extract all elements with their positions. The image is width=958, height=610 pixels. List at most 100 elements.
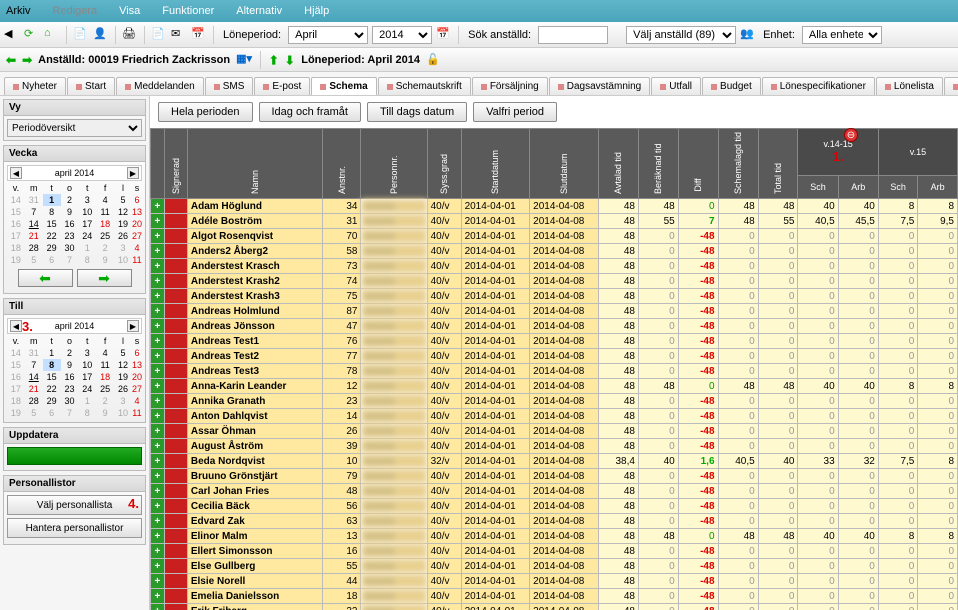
col-totaltid[interactable]: Total tid: [773, 176, 783, 194]
name-cell[interactable]: Andreas Holmlund: [187, 304, 323, 319]
signed-cell[interactable]: [164, 349, 187, 364]
name-cell[interactable]: August Åström: [187, 439, 323, 454]
expand-icon[interactable]: +: [151, 229, 165, 244]
btn-idag-framat[interactable]: Idag och framåt: [259, 102, 361, 122]
tab-lönelista[interactable]: Lönelista: [876, 77, 943, 95]
tab-start[interactable]: Start: [67, 77, 115, 95]
tab-lönespecifikationer[interactable]: Lönespecifikationer: [762, 77, 875, 95]
next-emp-icon[interactable]: ➡: [22, 53, 32, 67]
col-avtalad[interactable]: Avtalad tid: [613, 176, 623, 194]
col-startdatum[interactable]: Startdatum: [490, 176, 500, 194]
expand-icon[interactable]: +: [151, 244, 165, 259]
table-row[interactable]: +Cecilia Bäck56xxxxxx40/v2014-04-012014-…: [151, 499, 958, 514]
cal2-prev-icon[interactable]: ◀: [10, 320, 22, 332]
update-button[interactable]: [7, 447, 142, 465]
signed-cell[interactable]: [164, 454, 187, 469]
tab-schemautskrift[interactable]: Schemautskrift: [378, 77, 471, 95]
tab-dagsavstämning[interactable]: Dagsavstämning: [549, 77, 650, 95]
table-row[interactable]: +Else Gullberg55xxxxxx40/v2014-04-012014…: [151, 559, 958, 574]
name-cell[interactable]: Anderstest Krasch: [187, 259, 323, 274]
signed-cell[interactable]: [164, 334, 187, 349]
menu-visa[interactable]: Visa: [119, 5, 140, 17]
cal-next-icon[interactable]: ▶: [127, 167, 139, 179]
name-cell[interactable]: Bruuno Grönstjärt: [187, 469, 323, 484]
btn-till-dags-datum[interactable]: Till dags datum: [367, 102, 467, 122]
table-row[interactable]: +Anna-Karin Leander12xxxxxx40/v2014-04-0…: [151, 379, 958, 394]
employee-select[interactable]: Välj anställd (89): [626, 26, 736, 44]
doc2-icon[interactable]: 📄: [151, 27, 167, 43]
col-signerad[interactable]: Signerad: [171, 176, 181, 194]
col-v15[interactable]: v.15: [878, 129, 957, 176]
expand-icon[interactable]: +: [151, 214, 165, 229]
signed-cell[interactable]: [164, 484, 187, 499]
name-cell[interactable]: Carl Johan Fries: [187, 484, 323, 499]
tab-nyheter[interactable]: Nyheter: [4, 77, 66, 95]
user-icon[interactable]: 👤: [93, 27, 109, 43]
next-period-icon[interactable]: ➡: [283, 54, 297, 64]
month-select[interactable]: April: [288, 26, 368, 44]
name-cell[interactable]: Adam Höglund: [187, 199, 323, 214]
expand-icon[interactable]: +: [151, 379, 165, 394]
calendar-icon[interactable]: 📅: [191, 27, 207, 43]
table-row[interactable]: +Anderstest Krasch73xxxxxx40/v2014-04-01…: [151, 259, 958, 274]
signed-cell[interactable]: [164, 244, 187, 259]
table-row[interactable]: +Ellert Simonsson16xxxxxx40/v2014-04-012…: [151, 544, 958, 559]
signed-cell[interactable]: [164, 559, 187, 574]
expand-icon[interactable]: +: [151, 469, 165, 484]
expand-icon[interactable]: +: [151, 304, 165, 319]
table-row[interactable]: +Emelia Danielsson18xxxxxx40/v2014-04-01…: [151, 589, 958, 604]
signed-cell[interactable]: [164, 394, 187, 409]
table-row[interactable]: +Edvard Zak63xxxxxx40/v2014-04-012014-04…: [151, 514, 958, 529]
name-cell[interactable]: Edvard Zak: [187, 514, 323, 529]
expand-icon[interactable]: +: [151, 544, 165, 559]
menu-funktioner[interactable]: Funktioner: [162, 5, 214, 17]
name-cell[interactable]: Cecilia Bäck: [187, 499, 323, 514]
back-icon[interactable]: ◀: [4, 27, 20, 43]
table-row[interactable]: +Erik Friberg32xxxxxx40/v2014-04-012014-…: [151, 604, 958, 610]
select-personlist-button[interactable]: Välj personallista: [7, 495, 142, 515]
document-icon[interactable]: 📄: [73, 27, 89, 43]
expand-icon[interactable]: +: [151, 424, 165, 439]
name-cell[interactable]: Algot Rosenqvist: [187, 229, 323, 244]
expand-icon[interactable]: +: [151, 259, 165, 274]
tab-försäljning[interactable]: Försäljning: [472, 77, 548, 95]
btn-hela-perioden[interactable]: Hela perioden: [158, 102, 253, 122]
print-icon[interactable]: 🖨: [122, 27, 138, 43]
table-row[interactable]: +August Åström39xxxxxx40/v2014-04-012014…: [151, 439, 958, 454]
expand-icon[interactable]: +: [151, 454, 165, 469]
manage-personlist-button[interactable]: Hantera personallistor: [7, 518, 142, 538]
table-row[interactable]: +Andreas Test277xxxxxx40/v2014-04-012014…: [151, 349, 958, 364]
prev-period-icon[interactable]: ⬅: [267, 54, 281, 64]
close-icon[interactable]: ⊖: [844, 128, 858, 142]
users-icon[interactable]: 👥: [740, 27, 756, 43]
expand-icon[interactable]: +: [151, 499, 165, 514]
name-cell[interactable]: Anders2 Åberg2: [187, 244, 323, 259]
expand-icon[interactable]: +: [151, 349, 165, 364]
col-sch2[interactable]: Sch: [878, 175, 918, 198]
name-cell[interactable]: Ellert Simonsson: [187, 544, 323, 559]
table-row[interactable]: +Andreas Test176xxxxxx40/v2014-04-012014…: [151, 334, 958, 349]
expand-icon[interactable]: +: [151, 529, 165, 544]
table-row[interactable]: +Adéle Boström31xxxxxx40/v2014-04-012014…: [151, 214, 958, 229]
signed-cell[interactable]: [164, 229, 187, 244]
table-row[interactable]: +Adam Höglund34xxxxxx40/v2014-04-012014-…: [151, 199, 958, 214]
expand-icon[interactable]: +: [151, 199, 165, 214]
expand-icon[interactable]: +: [151, 409, 165, 424]
table-row[interactable]: +Anderstest Krash375xxxxxx40/v2014-04-01…: [151, 289, 958, 304]
name-cell[interactable]: Anna-Karin Leander: [187, 379, 323, 394]
signed-cell[interactable]: [164, 589, 187, 604]
col-personnr[interactable]: Personnr.: [389, 176, 399, 194]
table-row[interactable]: +Elsie Norell44xxxxxx40/v2014-04-012014-…: [151, 574, 958, 589]
expand-icon[interactable]: +: [151, 574, 165, 589]
table-row[interactable]: +Bruuno Grönstjärt79xxxxxx40/v2014-04-01…: [151, 469, 958, 484]
tab-meddelanden[interactable]: Meddelanden: [116, 77, 204, 95]
tab-utfall[interactable]: Utfall: [651, 77, 701, 95]
name-cell[interactable]: Beda Nordqvist: [187, 454, 323, 469]
signed-cell[interactable]: [164, 364, 187, 379]
tab-schema[interactable]: Schema: [311, 77, 376, 95]
name-cell[interactable]: Andreas Test2: [187, 349, 323, 364]
name-cell[interactable]: Andreas Test1: [187, 334, 323, 349]
signed-cell[interactable]: [164, 469, 187, 484]
tab-sms[interactable]: SMS: [205, 77, 254, 95]
nav-prev-button[interactable]: ⬅: [18, 269, 73, 287]
